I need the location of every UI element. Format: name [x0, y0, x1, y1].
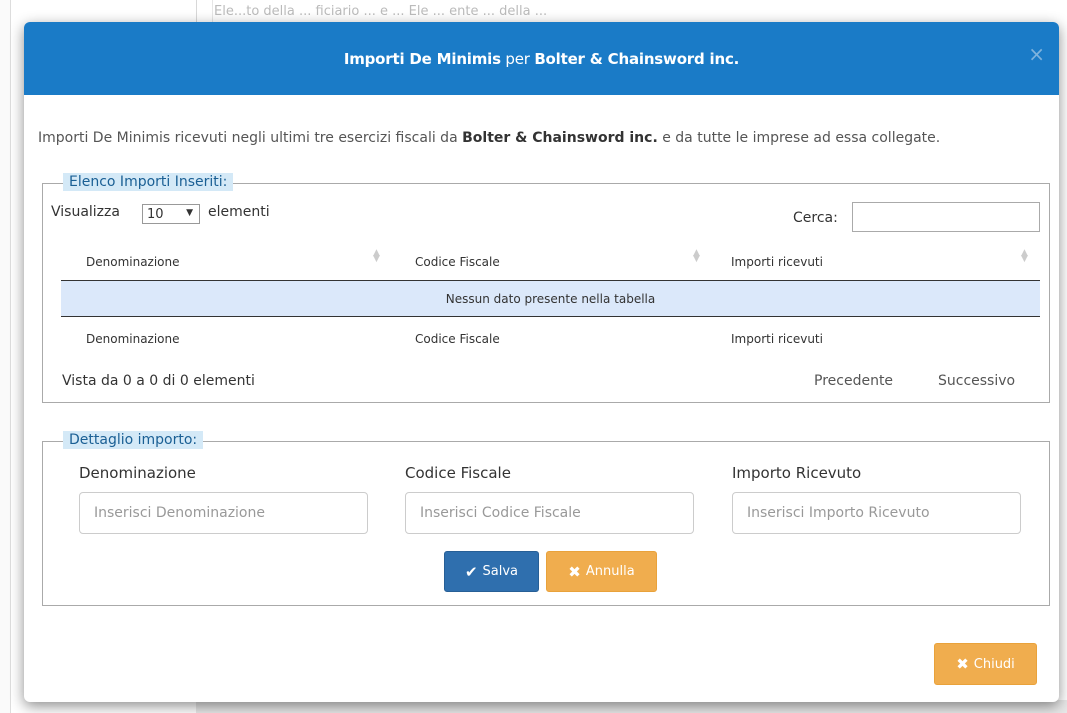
pagination-previous[interactable]: Precedente: [814, 373, 893, 389]
chevron-down-icon: ▼: [186, 208, 193, 218]
pagination-next[interactable]: Successivo: [938, 373, 1015, 389]
column-footer-denominazione: Denominazione: [86, 332, 180, 346]
importo-ricevuto-label: Importo Ricevuto: [732, 464, 862, 482]
sort-icon[interactable]: ▲ ▼: [373, 249, 380, 264]
sort-icon[interactable]: ▲ ▼: [1021, 249, 1028, 264]
codice-fiscale-label: Codice Fiscale: [405, 464, 511, 482]
close-modal-button[interactable]: ✖ Chiudi: [934, 643, 1037, 685]
column-header-importi-ricevuti[interactable]: Importi ricevuti: [731, 255, 823, 269]
close-icon: ✖: [956, 655, 969, 673]
imports-list-panel: Elenco Importi Inseriti: Visualizza 10 ▼…: [42, 173, 1050, 403]
codice-fiscale-input[interactable]: [405, 492, 694, 534]
column-footer-importi-ricevuti: Importi ricevuti: [731, 332, 823, 346]
denominazione-label: Denominazione: [79, 464, 196, 482]
importo-ricevuto-input[interactable]: [732, 492, 1021, 534]
page-size-label: Visualizza: [51, 204, 120, 220]
page-size-suffix: elementi: [208, 204, 270, 220]
imports-list-legend: Elenco Importi Inseriti:: [63, 173, 234, 191]
page-size-select[interactable]: 10 ▼: [142, 204, 200, 224]
cancel-button[interactable]: ✖ Annulla: [546, 551, 657, 592]
modal-close-icon[interactable]: ×: [1028, 44, 1045, 64]
modal-title-connector: per: [500, 49, 535, 68]
modal-intro-text: Importi De Minimis ricevuti negli ultimi…: [38, 130, 940, 146]
intro-text-start: Importi De Minimis ricevuti negli ultimi…: [38, 130, 463, 146]
import-detail-legend: Dettaglio importo:: [63, 431, 204, 449]
cancel-button-label: Annulla: [585, 564, 635, 579]
denominazione-input[interactable]: [79, 492, 368, 534]
column-footer-codice-fiscale: Codice Fiscale: [415, 332, 500, 346]
column-header-denominazione[interactable]: Denominazione: [86, 255, 180, 269]
background-sidebar: [0, 0, 11, 713]
modal-header: Importi De Minimis per Bolter & Chainswo…: [24, 22, 1059, 95]
intro-text-end: e da tutte le imprese ad essa collegate.: [657, 130, 941, 146]
sort-icon[interactable]: ▲ ▼: [693, 249, 700, 264]
background-text: Ele...to della ... ficiario ... e ... El…: [214, 4, 548, 19]
modal-title-company: Bolter & Chainsword inc.: [534, 49, 740, 68]
search-input[interactable]: [852, 202, 1040, 232]
page-size-value: 10: [147, 206, 164, 222]
column-header-codice-fiscale[interactable]: Codice Fiscale: [415, 255, 500, 269]
table-empty-row: Nessun dato presente nella tabella: [61, 281, 1040, 317]
import-detail-panel: Dettaglio importo: Denominazione Codice …: [42, 431, 1050, 606]
save-button[interactable]: ✔ Salva: [444, 551, 539, 592]
checkmark-icon: ✔: [464, 562, 478, 581]
close-icon: ✖: [568, 562, 581, 581]
modal-title: Importi De Minimis per Bolter & Chainswo…: [343, 49, 740, 68]
table-info: Vista da 0 a 0 di 0 elementi: [62, 373, 255, 389]
modal-title-main: Importi De Minimis: [343, 49, 501, 68]
search-label: Cerca:: [793, 210, 838, 226]
intro-company-name: Bolter & Chainsword inc.: [462, 130, 658, 146]
de-minimis-modal: Importi De Minimis per Bolter & Chainswo…: [24, 22, 1059, 702]
save-button-label: Salva: [482, 564, 519, 579]
close-modal-button-label: Chiudi: [973, 656, 1015, 672]
